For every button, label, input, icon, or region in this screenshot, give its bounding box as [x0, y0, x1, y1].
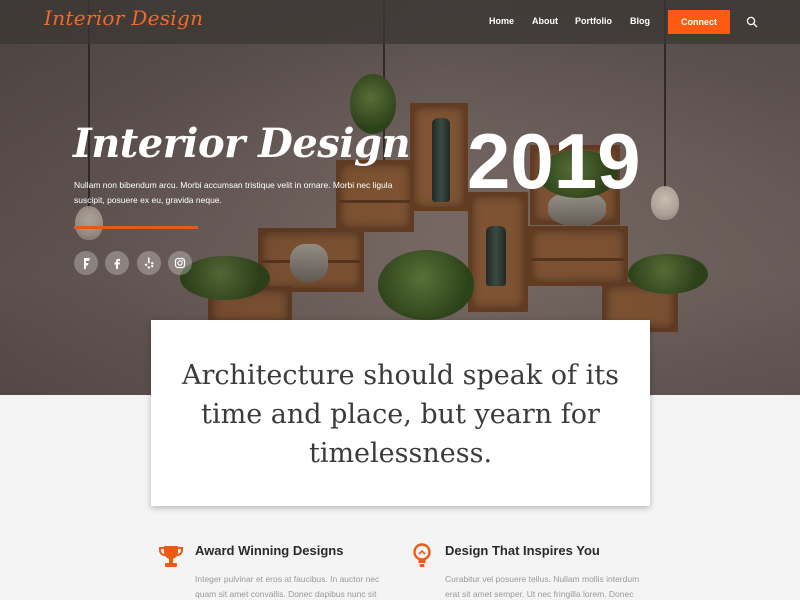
quote-text: Architecture should speak of its time an… [182, 360, 619, 469]
site-logo[interactable]: Interior Design [44, 6, 203, 30]
nav-item-about[interactable]: About [532, 16, 558, 26]
feature-title-award: Award Winning Designs [195, 543, 344, 558]
trophy-icon [159, 546, 183, 567]
quote-card: Architecture should speak of its time an… [151, 320, 650, 506]
feature-text-award: Integer pulvinar et eros at faucibus. In… [195, 574, 380, 599]
connect-button[interactable]: Connect [668, 10, 730, 34]
search-icon[interactable] [746, 16, 758, 28]
nav-item-home[interactable]: Home [489, 16, 514, 26]
feature-title-inspire: Design That Inspires You [445, 543, 600, 558]
lightbulb-icon [413, 543, 431, 567]
navbar: Interior Design Home About Portfolio Blo… [0, 0, 800, 44]
hero-divider [74, 226, 198, 229]
yelp-icon[interactable] [137, 251, 161, 275]
feature-text-inspire: Curabitur vel posuere tellus. Nullam mol… [445, 574, 640, 599]
hero-title: Interior Design [73, 120, 411, 167]
hero-description: Nullam non bibendum arcu. Morbi accumsan… [74, 180, 393, 205]
nav-item-portfolio[interactable]: Portfolio [575, 16, 612, 26]
facebook-icon[interactable] [105, 251, 129, 275]
foursquare-icon[interactable] [74, 251, 98, 275]
nav-item-blog[interactable]: Blog [630, 16, 650, 26]
hero-year: 2019 [467, 117, 641, 205]
instagram-icon[interactable] [168, 251, 192, 275]
